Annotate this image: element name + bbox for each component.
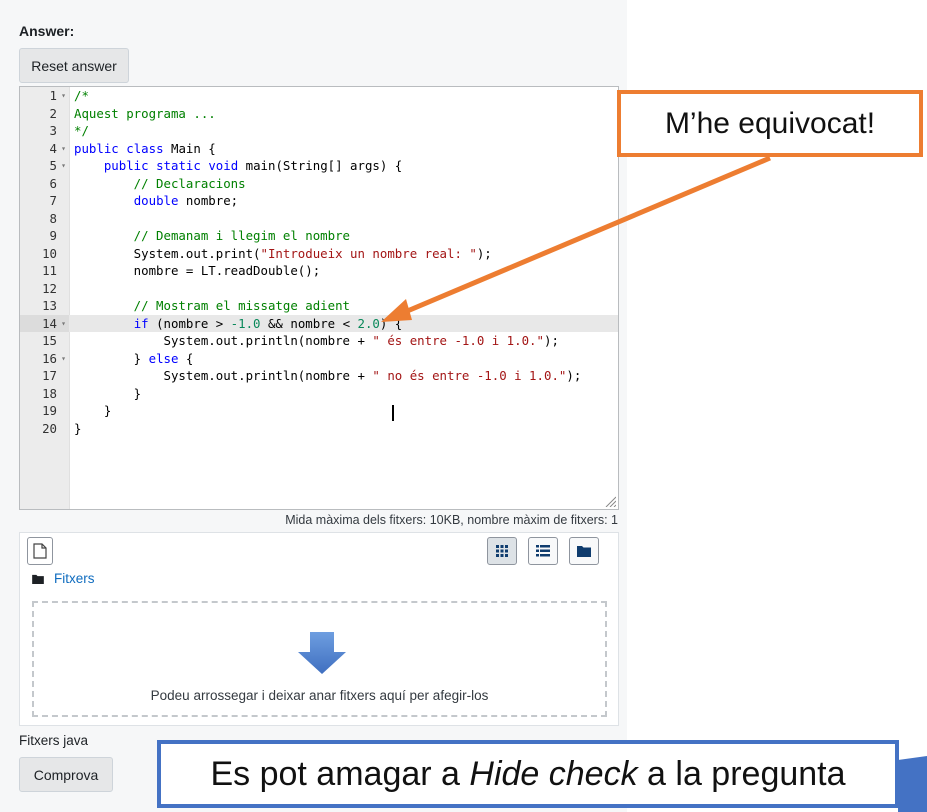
code-line[interactable]: } else { xyxy=(74,350,194,368)
code-line[interactable]: Aquest programa ... xyxy=(74,105,216,123)
file-manager: Fitxers Podeu arrossegar i deixar anar f… xyxy=(19,532,619,726)
code-line[interactable]: // Mostram el missatge adient xyxy=(74,297,350,315)
line-number: 19 xyxy=(42,403,57,418)
code-line[interactable]: // Demanam i llegim el nombre xyxy=(74,227,350,245)
fold-toggle-icon: ▾ xyxy=(61,161,66,170)
accepted-file-types: Fitxers java xyxy=(19,733,89,748)
line-number: 13 xyxy=(42,298,57,313)
reset-answer-button[interactable]: Reset answer xyxy=(19,48,129,83)
line-number: 4 ▾ xyxy=(49,140,66,156)
line-number: 17 xyxy=(42,368,57,383)
line-number: 11 xyxy=(42,263,57,278)
line-number: 1 ▾ xyxy=(49,88,66,103)
code-line[interactable]: public static void main(String[] args) { xyxy=(74,157,402,175)
code-line[interactable]: public class Main { xyxy=(74,140,216,158)
code-line[interactable]: nombre = LT.readDouble(); xyxy=(74,262,321,280)
line-number: 3 xyxy=(49,123,57,138)
breadcrumb: Fitxers xyxy=(32,571,95,586)
fold-toggle-icon: ▾ xyxy=(61,353,66,363)
callout-hide-check: Es pot amagar a Hide check a la pregunta xyxy=(157,740,899,808)
fold-toggle-icon: ▾ xyxy=(61,91,66,100)
folder-icon xyxy=(32,574,44,584)
file-limits-text: Mida màxima dels fitxers: 10KB, nombre m… xyxy=(285,513,618,527)
line-number: 14 ▾ xyxy=(20,314,69,332)
line-number: 5 ▾ xyxy=(49,158,66,173)
callout-text-prefix: Es pot amagar a xyxy=(210,754,470,793)
code-line[interactable]: } xyxy=(74,402,111,420)
line-number: 8 xyxy=(49,210,57,226)
check-button[interactable]: Comprova xyxy=(19,757,113,792)
callout-mistake: M’he equivocat! xyxy=(617,90,923,157)
file-drop-zone[interactable]: Podeu arrossegar i deixar anar fitxers a… xyxy=(32,601,607,717)
line-number: 16 ▾ xyxy=(42,350,66,366)
line-number: 10 xyxy=(42,245,57,261)
line-number-gutter: 1 ▾ 2 3 4 ▾ 5 ▾ 6 7 8 9 10 11 12 13 14 ▾ 15 16 ▾ 17 18 19 20 xyxy=(20,87,70,509)
callout-corner-decoration xyxy=(898,756,927,812)
answer-label: Answer: xyxy=(19,23,75,39)
fold-toggle-icon: ▾ xyxy=(61,318,66,328)
fold-toggle-icon: ▾ xyxy=(61,143,66,153)
code-line[interactable]: } xyxy=(74,420,81,438)
code-line[interactable]: System.out.print("Introdueix un nombre r… xyxy=(74,245,492,263)
code-line[interactable]: System.out.println(nombre + " és entre -… xyxy=(74,332,559,350)
line-number: 7 xyxy=(49,193,57,208)
list-icon xyxy=(536,545,550,557)
grid-icon xyxy=(496,545,508,557)
line-number: 15 xyxy=(42,333,57,348)
view-grid-button[interactable] xyxy=(487,537,517,565)
line-number: 20 xyxy=(42,420,57,436)
code-editor[interactable]: 1 ▾ 2 3 4 ▾ 5 ▾ 6 7 8 9 10 11 12 13 14 ▾ 15 16 ▾ 17 18 19 20 /* A… xyxy=(19,86,619,510)
line-number: 9 xyxy=(49,228,57,243)
code-line[interactable]: System.out.println(nombre + " no és entr… xyxy=(74,367,582,385)
code-line[interactable]: double nombre; xyxy=(74,192,238,210)
line-number: 2 xyxy=(49,105,57,121)
code-line[interactable]: /* xyxy=(74,87,89,105)
view-list-button[interactable] xyxy=(528,537,558,565)
breadcrumb-link-fitxers[interactable]: Fitxers xyxy=(54,571,95,586)
folder-icon xyxy=(577,546,591,557)
text-cursor xyxy=(392,405,394,421)
file-icon xyxy=(33,543,47,559)
add-file-button[interactable] xyxy=(27,537,53,565)
callout-text-suffix: a la pregunta xyxy=(637,754,846,793)
drop-zone-text: Podeu arrossegar i deixar anar fitxers a… xyxy=(150,688,489,703)
code-line[interactable]: } xyxy=(74,385,141,403)
code-line[interactable]: if (nombre > -1.0 && nombre < 2.0) { xyxy=(74,315,403,333)
code-line[interactable]: // Declaracions xyxy=(74,175,246,193)
code-line[interactable]: */ xyxy=(74,122,89,140)
callout-text-italic: Hide check xyxy=(469,754,638,793)
line-number: 6 xyxy=(49,175,57,191)
download-arrow-icon xyxy=(298,632,346,674)
view-tree-button[interactable] xyxy=(569,537,599,565)
line-number: 18 xyxy=(42,385,57,401)
line-number: 12 xyxy=(42,280,57,296)
resize-grip-icon[interactable] xyxy=(604,495,616,507)
